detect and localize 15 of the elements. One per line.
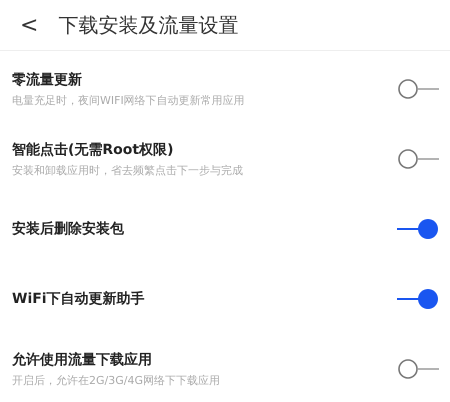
setting-description: 开启后，允许在2G/3G/4G网络下下载应用	[12, 372, 220, 388]
back-button[interactable]: <	[12, 12, 46, 38]
setting-title: WiFi下自动更新助手	[12, 290, 145, 308]
toggle-switch[interactable]	[396, 77, 440, 101]
page-title: 下载安装及流量设置	[58, 12, 238, 38]
toggle-switch[interactable]	[396, 147, 440, 171]
toggle-switch[interactable]	[396, 217, 440, 241]
setting-description: 电量充足时，夜间WIFI网络下自动更新常用应用	[12, 92, 245, 108]
setting-title: 智能点击(无需Root权限)	[12, 140, 175, 158]
toggle-switch[interactable]	[396, 357, 440, 381]
setting-description: 安装和卸载应用时，省去频繁点击下一步与完成	[12, 162, 243, 178]
setting-title: 允许使用流量下载应用	[12, 350, 153, 368]
setting-title: 安装后删除安装包	[12, 220, 124, 238]
toggle-switch[interactable]	[396, 287, 440, 311]
setting-title: 零流量更新	[12, 70, 83, 88]
